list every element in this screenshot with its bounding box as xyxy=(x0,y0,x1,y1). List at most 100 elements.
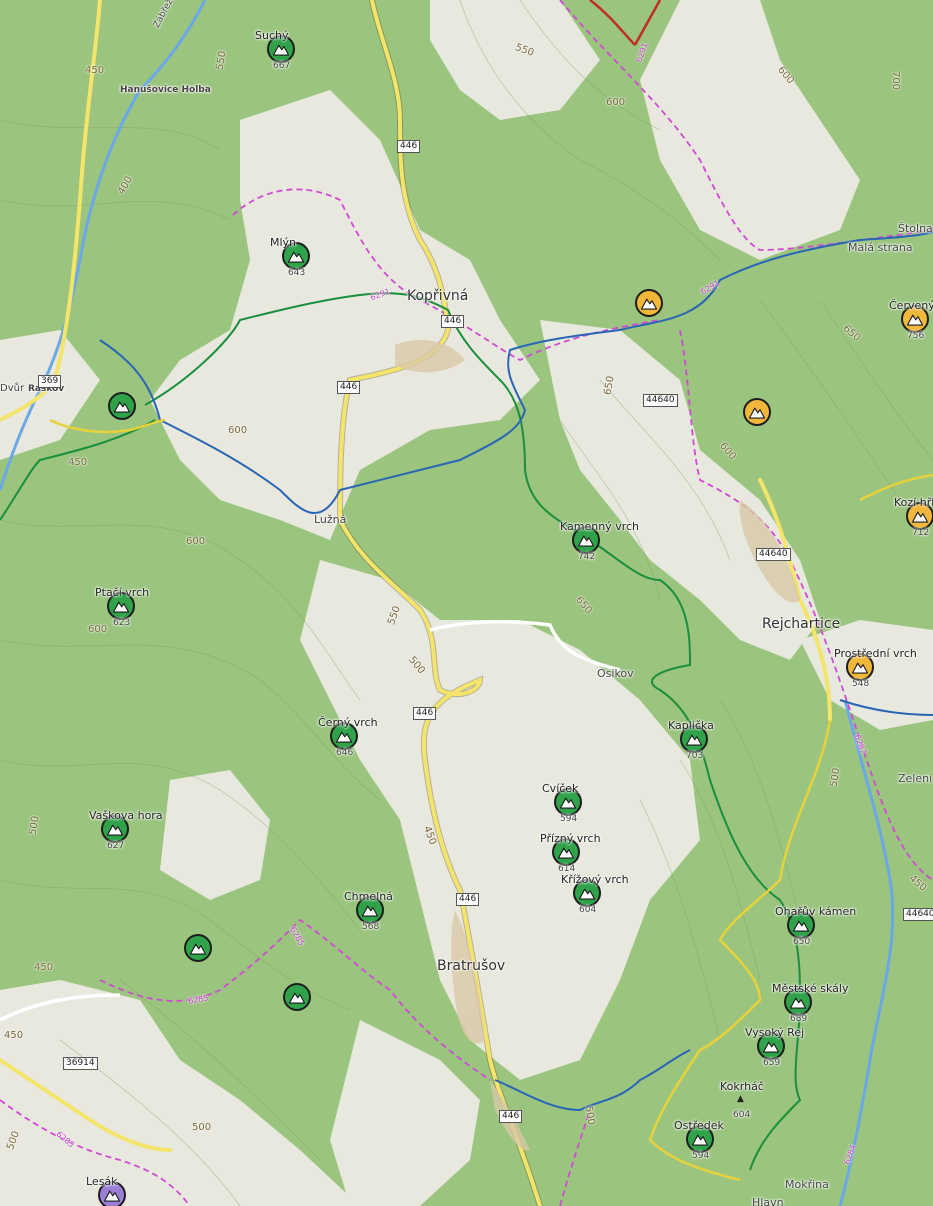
mountain-icon xyxy=(762,1037,780,1055)
peak-elevation-label: 667 xyxy=(273,61,291,71)
place-label-rejchartice: Rejchartice xyxy=(762,616,841,632)
peak-name-label: Mlýn xyxy=(270,236,297,249)
mountain-icon xyxy=(335,727,353,745)
mountain-icon xyxy=(189,939,207,957)
peak-elevation-label: 650 xyxy=(793,937,811,947)
peak-elevation-label: 643 xyxy=(288,268,306,278)
mountain-icon xyxy=(685,730,703,748)
peak-name-label: Přízný vrch xyxy=(540,832,601,845)
peak-name-label: Černý vrch xyxy=(318,716,378,729)
mountain-icon xyxy=(559,793,577,811)
contour-label: 450 xyxy=(34,962,54,973)
mountain-icon xyxy=(361,901,379,919)
mountain-icon xyxy=(103,1186,121,1204)
contour-label: 600 xyxy=(228,425,248,436)
place-label-bratrusov: Bratrušov xyxy=(437,958,506,974)
place-label-koprivna: Kopřivná xyxy=(407,288,469,304)
place-label-stolna: Štolna xyxy=(898,222,933,235)
peak-elevation-label: 659 xyxy=(763,1058,781,1068)
contour-label: 700 xyxy=(890,70,902,91)
mountain-icon xyxy=(113,397,131,415)
road-number-shield: 44640 xyxy=(903,908,933,921)
road-number-shield: 446 xyxy=(456,893,480,906)
peak-name-label: Lesák xyxy=(86,1175,118,1188)
peak-name-label: Cvíček xyxy=(542,782,579,795)
contour-label: 600 xyxy=(606,97,626,108)
place-label-osikov: Osikov xyxy=(597,667,634,680)
peak-name-label: Prostřední vrch xyxy=(834,647,917,660)
mountain-icon xyxy=(557,843,575,861)
place-label-mala-strana: Malá strana xyxy=(848,241,913,254)
peak-elevation-label: 568 xyxy=(362,922,380,932)
place-label-zeleni: Zeleni xyxy=(898,772,933,785)
road-number-shield: 369 xyxy=(38,375,62,388)
peak-name-label: Vaškova hora xyxy=(89,809,163,822)
place-label-dvur: Dvůr xyxy=(0,383,25,394)
mountain-icon xyxy=(792,916,810,934)
contour-label: 450 xyxy=(4,1030,24,1041)
mountain-icon xyxy=(288,988,306,1006)
peak-name-label: Ohařův kámen xyxy=(775,905,857,918)
mountain-icon xyxy=(748,403,766,421)
place-label-mokrina: Mokřina xyxy=(785,1178,829,1191)
peak-marker-unnamed-1[interactable] xyxy=(184,934,212,962)
mountain-icon xyxy=(272,40,290,58)
contour-label: 450 xyxy=(68,457,88,468)
contour-label: 500 xyxy=(192,1122,212,1133)
map-canvas[interactable]: Kopřivná Bratrušov Rejchartice Lužná Osi… xyxy=(0,0,933,1206)
peak-elevation-label: 594 xyxy=(692,1151,710,1161)
road-number-shield: 36914 xyxy=(63,1057,98,1070)
peak-elevation-label: 604 xyxy=(579,905,597,915)
peak-name-label: Ostředek xyxy=(674,1119,724,1132)
mountain-icon xyxy=(287,247,305,265)
peak-marker-unnamed-2[interactable] xyxy=(283,983,311,1011)
peak-marker-yellow-1[interactable] xyxy=(635,289,663,317)
contour-label: 600 xyxy=(186,536,206,547)
peak-name-label: Kamenný vrch xyxy=(560,520,640,533)
mountain-icon xyxy=(789,993,807,1011)
peak-name-label: Městské skály xyxy=(772,982,849,995)
road-number-shield: 446 xyxy=(337,381,361,394)
peak-elevation-label: 594 xyxy=(560,814,578,824)
peak-elevation-label: 703 xyxy=(686,751,704,761)
mountain-icon xyxy=(851,658,869,676)
mountain-icon xyxy=(112,597,130,615)
peak-name-label: Křížový vrch xyxy=(561,873,629,886)
mountain-icon xyxy=(911,507,929,525)
peak-name-label: Kozí hřbet xyxy=(894,496,933,509)
place-label-luzna: Lužná xyxy=(314,513,347,526)
contour-label: 450 xyxy=(85,65,105,76)
mountain-icon xyxy=(577,531,595,549)
road-number-shield: 446 xyxy=(441,315,465,328)
peak-triangle-icon: ▲ xyxy=(737,1094,744,1104)
peak-name-label: Červený vrch xyxy=(889,299,933,312)
mountain-icon xyxy=(640,294,658,312)
peak-name-label: Ptačí vrch xyxy=(95,586,150,599)
mountain-icon xyxy=(906,310,924,328)
peak-marker-raskov-peak[interactable] xyxy=(108,392,136,420)
peak-elevation-kokrhac: 604 xyxy=(733,1110,751,1120)
contour-label: 600 xyxy=(88,624,108,635)
mountain-icon xyxy=(691,1130,709,1148)
place-label-hanusovice: Hanušovice Holba xyxy=(120,85,211,95)
peak-elevation-label: 627 xyxy=(107,841,125,851)
peak-marker-yellow-2[interactable] xyxy=(743,398,771,426)
peak-label-kokrhac: Kokrháč xyxy=(720,1080,764,1093)
mountain-icon xyxy=(578,884,596,902)
road-number-shield: 44640 xyxy=(643,394,678,407)
road-number-shield: 44640 xyxy=(756,548,791,561)
place-label-hlavn: Hlavn xyxy=(752,1196,784,1206)
peak-name-label: Chmelná xyxy=(344,890,393,903)
peak-elevation-label: 689 xyxy=(790,1014,808,1024)
peak-name-label: Suchý xyxy=(255,29,289,42)
peak-elevation-label: 646 xyxy=(336,748,354,758)
peak-elevation-label: 742 xyxy=(578,552,596,562)
peak-elevation-label: 712 xyxy=(912,528,930,538)
peak-elevation-label: 623 xyxy=(113,618,131,628)
mountain-icon xyxy=(106,820,124,838)
peak-elevation-label: 548 xyxy=(852,679,870,689)
road-number-shield: 446 xyxy=(413,707,437,720)
peak-name-label: Vysoký Rej xyxy=(745,1026,805,1039)
peak-elevation-label: 756 xyxy=(907,331,925,341)
peak-name-label: Kaplička xyxy=(668,719,714,732)
